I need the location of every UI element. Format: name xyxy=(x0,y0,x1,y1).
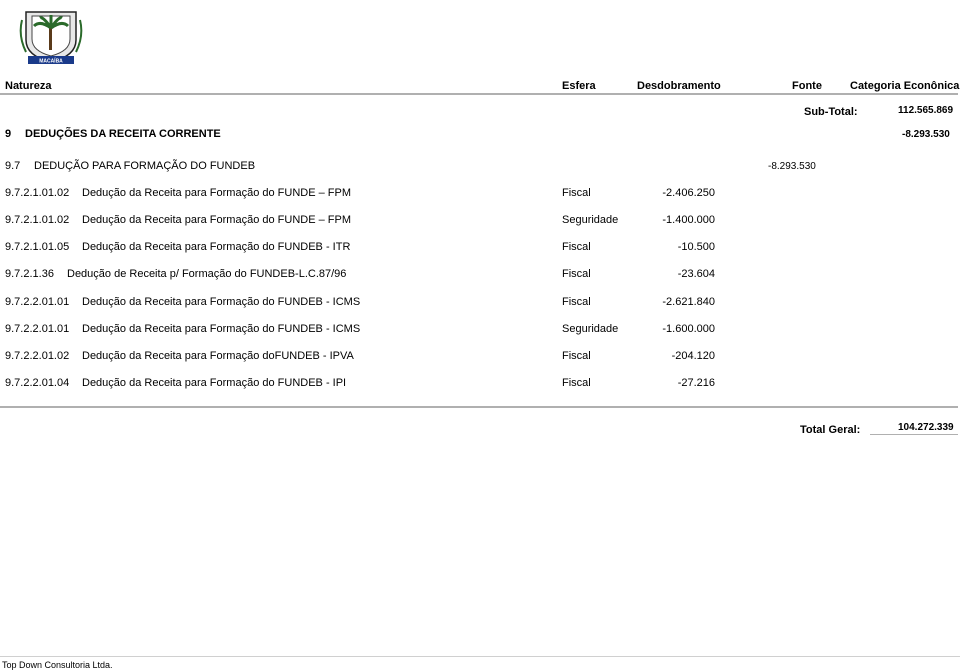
currency-note: - Em R$ 1,00 xyxy=(888,39,942,49)
row-code: 9.7.2.1.36 xyxy=(5,268,54,280)
row-esfera: Fiscal xyxy=(562,377,591,389)
row-esfera: Fiscal xyxy=(562,187,591,199)
category-name: DEDUÇÕES DA RECEITA CORRENTE xyxy=(25,128,221,140)
row-esfera: Fiscal xyxy=(562,296,591,308)
row-value: -2.621.840 xyxy=(662,296,715,308)
row-code: 9.7.2.2.01.01 xyxy=(5,296,70,308)
category-code: 9 xyxy=(5,128,12,140)
organization-name: Prefeitura Municipal de Macaíba xyxy=(92,8,279,23)
subtotal-label: Sub-Total: xyxy=(804,106,858,118)
row-code: 9.7.2.1.01.05 xyxy=(5,241,70,253)
subcategory-name: DEDUÇÃO PARA FORMAÇÃO DO FUNDEB xyxy=(34,160,256,172)
row-code: 9.7.2.2.01.01 xyxy=(5,323,70,335)
header-divider xyxy=(0,93,958,95)
row-code: 9.7.2.1.01.02 xyxy=(5,214,70,226)
row-esfera: Fiscal xyxy=(562,350,591,362)
row-description: Dedução da Receita para Formação doFUNDE… xyxy=(82,350,354,362)
total-underline xyxy=(870,434,958,435)
row-description: Dedução da Receita para Formação do FUND… xyxy=(82,187,352,199)
row-value: -2.406.250 xyxy=(662,187,715,199)
subcategory-code: 9.7 xyxy=(5,160,21,172)
row-code: 9.7.2.1.01.02 xyxy=(5,187,70,199)
column-header-natureza: Natureza xyxy=(5,80,52,92)
exercise-info: Exercício:2010 - Em R$ 1,00 xyxy=(825,39,942,50)
row-esfera: Seguridade xyxy=(562,323,619,335)
exercise-year: 2010 xyxy=(864,39,887,50)
footer-text: Top Down Consultoria Ltda. xyxy=(2,660,113,670)
row-description: Dedução da Receita para Formação do FUND… xyxy=(82,323,361,335)
row-value: -1.400.000 xyxy=(662,214,715,226)
row-esfera: Fiscal xyxy=(562,268,591,280)
column-header-desdobramento: Desdobramento xyxy=(637,80,721,92)
row-value: -1.600.000 xyxy=(662,323,715,335)
report-title: Receita Orçamentária por Natureza xyxy=(92,36,276,48)
exercise-label: Exercício: xyxy=(824,39,865,49)
row-description: Dedução de Receita p/ Formação do FUNDEB… xyxy=(67,268,347,280)
municipal-coat-of-arms-logo: MACAÍBA xyxy=(18,6,84,66)
table-bottom-divider xyxy=(0,406,958,408)
column-header-fonte: Fonte xyxy=(792,80,822,92)
row-code: 9.7.2.2.01.02 xyxy=(5,350,70,362)
row-value: -204.120 xyxy=(671,350,715,362)
total-value: 104.272.339 xyxy=(898,422,954,433)
row-esfera: Fiscal xyxy=(562,241,591,253)
row-esfera: Seguridade xyxy=(562,214,619,226)
row-description: Dedução da Receita para Formação do FUND… xyxy=(82,214,352,226)
report-header: MACAÍBA Prefeitura Municipal de Macaíba … xyxy=(0,0,960,66)
column-header-esfera: Esfera xyxy=(562,80,596,92)
row-value: -27.216 xyxy=(677,377,715,389)
column-header-categoria: Categoria Econônica xyxy=(850,80,960,92)
system-name: Sistema Orçamentário, Financeiro e Contá… xyxy=(710,6,950,20)
row-description: Dedução da Receita para Formação do FUND… xyxy=(82,241,351,253)
logo-text: MACAÍBA xyxy=(39,57,63,65)
footer-divider xyxy=(0,656,960,657)
subcategory-value: -8.293.530 xyxy=(768,161,816,172)
subtotal-value: 112.565.869 xyxy=(898,105,954,116)
row-description: Dedução da Receita para Formação do FUND… xyxy=(82,296,361,308)
row-value: -23.604 xyxy=(677,268,715,280)
row-value: -10.500 xyxy=(677,241,715,253)
row-description: Dedução da Receita para Formação do FUND… xyxy=(82,377,347,389)
category-value: -8.293.530 xyxy=(902,129,950,140)
row-code: 9.7.2.2.01.04 xyxy=(5,377,70,389)
total-label: Total Geral: xyxy=(800,424,861,436)
